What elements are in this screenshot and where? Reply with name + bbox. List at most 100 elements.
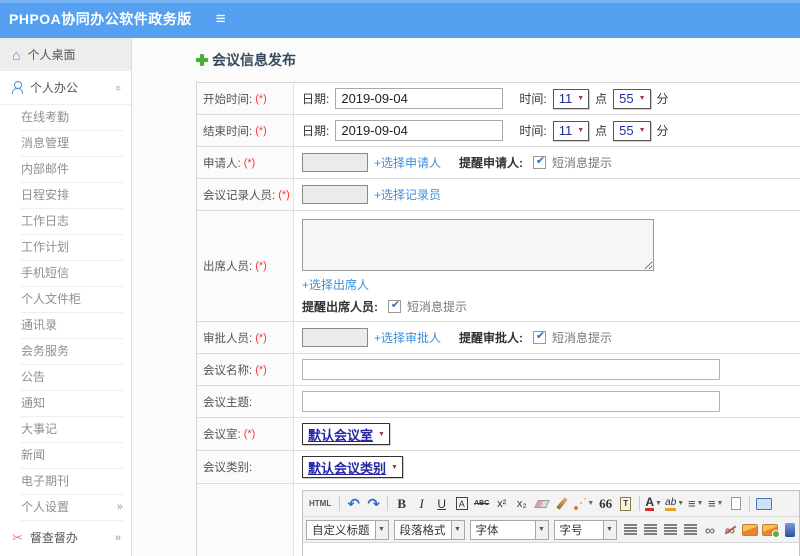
underline-button[interactable]: U	[433, 494, 450, 514]
select-attendee-link[interactable]: +选择出席人	[302, 276, 369, 293]
sidebar-item[interactable]: 内部邮件	[21, 157, 123, 183]
sidebar-item[interactable]: 通知	[21, 391, 123, 417]
media-button[interactable]	[782, 520, 799, 540]
end-minute-select[interactable]: 55 ▼	[613, 120, 651, 141]
approver-input[interactable]	[302, 328, 368, 347]
chevron-down-icon: ▼	[638, 127, 646, 134]
format-brush-button[interactable]	[553, 494, 570, 514]
list-icon: ≡	[687, 496, 696, 511]
end-date-input[interactable]	[335, 120, 504, 141]
editor-content-area[interactable]	[303, 543, 799, 556]
form-row-meeting-room: 会议室: (*) 默认会议室 ▼	[197, 418, 800, 451]
approver-sms-checkbox[interactable]: ✔	[533, 330, 547, 344]
select-applicant-link[interactable]: +选择申请人	[374, 154, 441, 171]
sidebar-item[interactable]: 工作日志	[21, 209, 123, 235]
select-approver-link[interactable]: +选择审批人	[374, 329, 441, 346]
image-button[interactable]	[742, 520, 759, 540]
bold-button[interactable]: B	[393, 494, 410, 514]
highlight-color-button[interactable]: ab ▼	[665, 494, 684, 514]
attendees-textarea[interactable]	[302, 219, 654, 271]
attendee-sms-checkbox[interactable]: ✔	[388, 299, 401, 313]
font-color-button[interactable]: A ▼	[645, 494, 662, 514]
chevron-double-right-icon: »	[116, 501, 123, 513]
strikethrough-button[interactable]: ABC	[473, 494, 490, 514]
required-mark: (*)	[255, 363, 267, 376]
justify-button[interactable]	[682, 520, 699, 540]
align-left-button[interactable]	[622, 520, 639, 540]
insert-link-button[interactable]: ∞	[702, 520, 719, 540]
brush-icon	[556, 497, 568, 510]
undo-button[interactable]: ↶	[345, 494, 362, 514]
italic-button[interactable]: I	[413, 494, 430, 514]
image-icon	[742, 523, 758, 536]
select-recorder-link[interactable]: +选择记录员	[374, 186, 441, 203]
sidebar-item[interactable]: 手机短信	[21, 261, 123, 287]
sidebar-item[interactable]: 会务服务	[21, 339, 123, 365]
hamburger-menu-icon[interactable]: ≡	[216, 9, 226, 29]
meeting-room-select[interactable]: 默认会议室 ▼	[302, 423, 390, 445]
eraser-icon	[533, 499, 550, 508]
unordered-list-button[interactable]: ≡ ▼	[707, 494, 724, 514]
list-icon: ≡	[707, 496, 716, 511]
chevron-down-icon: ▼	[587, 500, 595, 507]
ordered-list-button[interactable]: ≡ ▼	[687, 494, 704, 514]
sidebar-item[interactable]: 个人文件柜	[21, 287, 123, 313]
fullscreen-button[interactable]	[755, 494, 772, 514]
field-label: 会议名称: (*)	[197, 354, 294, 385]
meeting-subject-input[interactable]	[302, 391, 720, 412]
screen-icon	[755, 497, 772, 510]
remove-format-button[interactable]	[533, 494, 550, 514]
meeting-category-select[interactable]: 默认会议类别 ▼	[302, 456, 403, 478]
field-label: 开始时间: (*)	[197, 83, 294, 114]
superscript-button[interactable]: x²	[493, 494, 510, 514]
chevron-down-icon: ▼	[716, 500, 724, 507]
start-minute-select[interactable]: 55 ▼	[613, 88, 651, 109]
start-hour-select[interactable]: 11 ▼	[552, 88, 590, 109]
sidebar-item[interactable]: 工作计划	[21, 235, 123, 261]
meeting-name-input[interactable]	[302, 359, 720, 380]
align-center-button[interactable]	[642, 520, 659, 540]
field-label	[197, 484, 294, 556]
sms-label: 短消息提示	[407, 300, 468, 314]
sidebar-item-personal-office[interactable]: 个人办公 »	[0, 71, 131, 104]
form-row-applicant: 申请人: (*) +选择申请人 提醒申请人: ✔ 短消息提示	[197, 147, 800, 179]
paste-button[interactable]: T	[617, 494, 634, 514]
font-style-button[interactable]: A	[455, 497, 468, 510]
rich-text-editor: HTML ↶ ↷ B I U A ABC x² x₂ ▼ 66 T A ▼ ab…	[302, 490, 800, 556]
sidebar-item[interactable]: 通讯录	[21, 313, 123, 339]
required-mark: (*)	[255, 124, 267, 137]
sidebar-item[interactable]: 消息管理	[21, 131, 123, 157]
redo-button[interactable]: ↷	[365, 494, 382, 514]
font-family-select[interactable]: 字体 ▼	[469, 519, 549, 540]
applicant-sms-checkbox[interactable]: ✔	[533, 155, 547, 169]
recorder-input[interactable]	[302, 185, 368, 204]
align-right-button[interactable]	[662, 520, 679, 540]
field-label: 审批人员: (*)	[197, 322, 294, 353]
insert-image-button[interactable]	[762, 520, 780, 540]
end-hour-select[interactable]: 11 ▼	[552, 120, 590, 141]
new-page-button[interactable]	[727, 494, 744, 514]
sidebar-item[interactable]: 在线考勤	[21, 105, 123, 131]
sidebar-item[interactable]: 电子期刊	[21, 469, 123, 495]
sidebar-item[interactable]: 日程安排	[21, 183, 123, 209]
applicant-input[interactable]	[302, 153, 368, 172]
sidebar-item-personal-settings[interactable]: 个人设置 »	[21, 495, 123, 521]
sidebar-item-personal-desktop[interactable]: ⌂ 个人桌面	[0, 38, 131, 71]
sidebar-item-supervision[interactable]: ✂ 督查督办 »	[0, 521, 131, 554]
subscript-button[interactable]: x₂	[513, 494, 530, 514]
heading-select[interactable]: 自定义标题 ▼	[306, 519, 389, 540]
quick-format-button[interactable]: ▼	[573, 494, 594, 514]
paragraph-format-select[interactable]: 段落格式 ▼	[393, 519, 465, 540]
blockquote-button[interactable]: 66	[597, 494, 614, 514]
sidebar-item[interactable]: 新闻	[21, 443, 123, 469]
toolbar-separator	[639, 496, 641, 511]
sidebar-item[interactable]: 公告	[21, 365, 123, 391]
chevron-down-icon: ▼	[696, 500, 704, 507]
unlink-button[interactable]: ∞	[722, 520, 739, 540]
font-size-select[interactable]: 字号 ▼	[553, 519, 617, 540]
sidebar-item[interactable]: 大事记	[21, 417, 123, 443]
start-date-input[interactable]	[335, 88, 504, 109]
remind-approver-label: 提醒审批人:	[459, 331, 524, 345]
field-label: 结束时间: (*)	[197, 115, 294, 146]
html-source-button[interactable]: HTML	[306, 494, 334, 514]
